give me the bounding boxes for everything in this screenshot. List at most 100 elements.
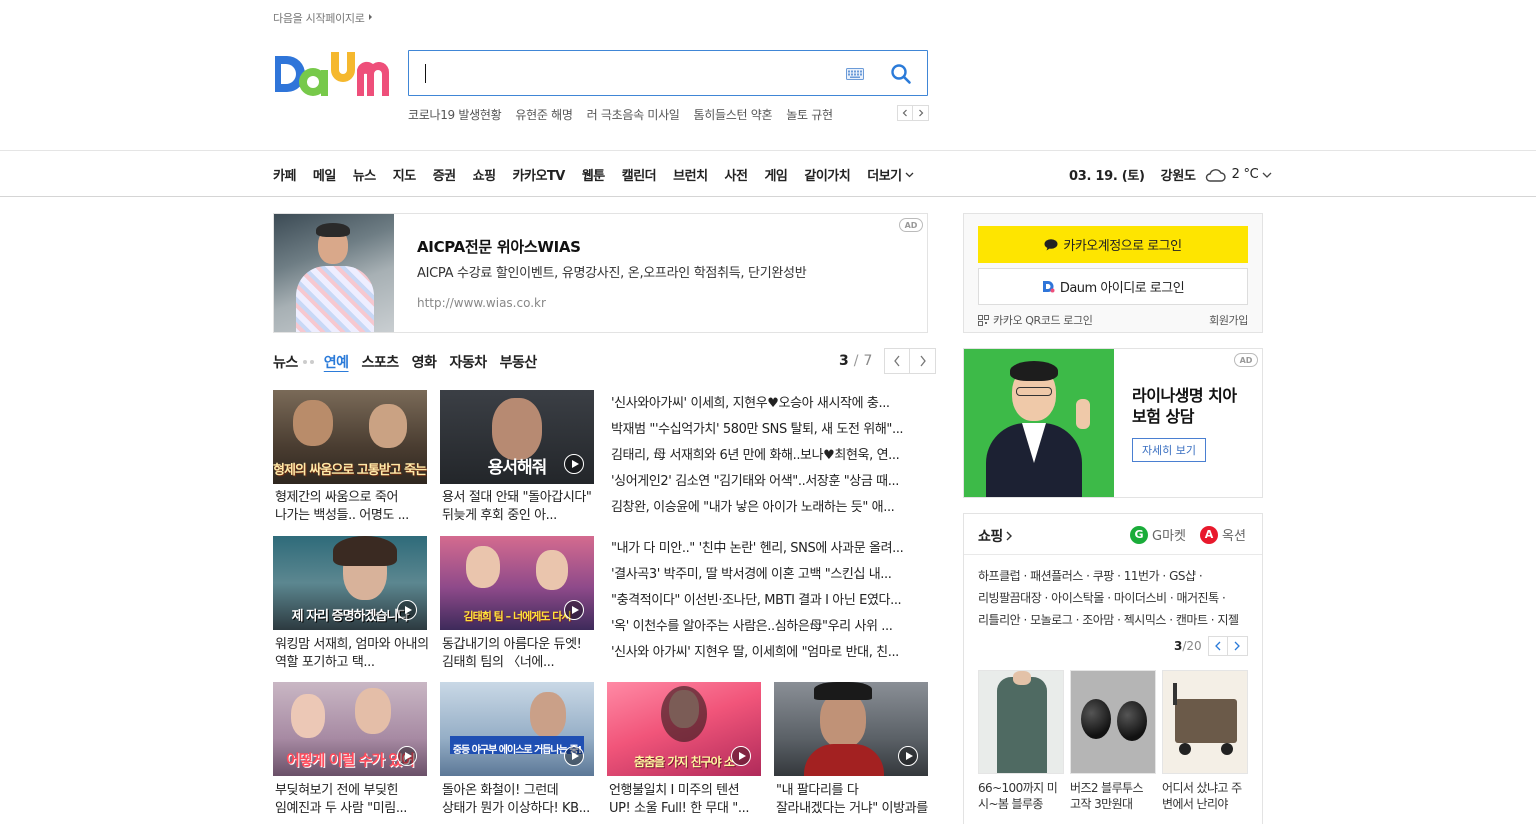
product-image — [978, 670, 1064, 774]
ad-title: AICPA전문 위아스WIAS — [417, 238, 581, 256]
insurance-ad[interactable]: 라이나생명 치아보험 상담 자세히 보기 AD — [963, 348, 1263, 498]
search-icon[interactable] — [890, 63, 912, 85]
news-thumb-title[interactable]: 돌아온 화철이! 그런데 상태가 뭔가 이상하다! KB... — [442, 782, 596, 818]
nav-item-calendar[interactable]: 캘린더 — [622, 165, 657, 184]
cloud-icon — [1205, 168, 1226, 182]
auction-link[interactable]: A 옥션 — [1200, 525, 1246, 544]
trend-item[interactable]: 놀토 규현 — [786, 106, 833, 124]
product-item[interactable]: 66~100까지 미시~봄 블루종 — [978, 670, 1064, 812]
gmarket-link[interactable]: G G마켓 — [1130, 525, 1186, 544]
page-total: 7 — [863, 353, 873, 369]
headline-item[interactable]: 박재범 "'수십억가치' 580만 SNS 탈퇴, 새 도전 위해"... — [611, 417, 927, 443]
product-item[interactable]: 어디서 샀냐고 주변에서 난리야 — [1162, 670, 1248, 812]
auction-label: 옥션 — [1222, 529, 1246, 544]
ad-banner[interactable]: AICPA전문 위아스WIAS AICPA 수강료 할인이벤트, 유명강사진, … — [273, 213, 928, 333]
trend-next-button[interactable] — [913, 105, 929, 121]
service-nav: 카페 메일 뉴스 지도 증권 쇼핑 카카오TV 웹툰 캘린더 브런치 사전 게임… — [273, 165, 931, 184]
tab-sports[interactable]: 스포츠 — [362, 352, 400, 372]
news-thumbnail[interactable] — [774, 682, 928, 776]
search-input[interactable] — [423, 61, 823, 85]
nav-item-kakaotv[interactable]: 카카오TV — [513, 165, 566, 184]
headline-item[interactable]: '신사와아가씨' 이세희, 지현우♥오승아 새시작에 충... — [611, 391, 927, 417]
shopping-prev-button[interactable] — [1207, 636, 1228, 656]
tab-entertainment[interactable]: 연예 — [324, 352, 349, 372]
nav-item-cafe[interactable]: 카페 — [273, 165, 296, 184]
news-thumbnail[interactable]: 형제의 싸움으로 고통받고 죽는 백성들 — [273, 390, 427, 484]
shopping-box: 쇼핑 G G마켓 A 옥션 하프클럽 · 패션플러스 · 쿠팡 · 11번가 ·… — [963, 513, 1263, 824]
product-item[interactable]: 버즈2 블루투스 고작 3만원대 — [1070, 670, 1156, 812]
ad-detail-button[interactable]: 자세히 보기 — [1132, 438, 1206, 462]
daum-logo[interactable] — [273, 48, 389, 100]
nav-item-news[interactable]: 뉴스 — [353, 165, 376, 184]
news-thumb-title[interactable]: "내 팔다리를 다 잘라내겠다는 거냐" 이방과를 포... — [776, 782, 930, 818]
qr-login-label: 카카오 QR코드 로그인 — [993, 314, 1093, 327]
ad-image — [274, 214, 394, 332]
nav-item-together[interactable]: 같이가치 — [804, 165, 850, 184]
qr-login-link[interactable]: 카카오 QR코드 로그인 — [978, 312, 1093, 328]
shopping-next-button[interactable] — [1227, 636, 1248, 656]
shopping-mall-links[interactable]: 하프클럽 · 패션플러스 · 쿠팡 · 11번가 · GS샵 · 리빙팔끔대장 … — [978, 565, 1252, 631]
kakao-login-button[interactable]: 카카오계정으로 로그인 — [978, 226, 1248, 263]
chevron-right-icon — [920, 355, 926, 367]
signup-link[interactable]: 회원가입 — [1209, 312, 1248, 328]
news-thumbnail[interactable]: 춤춤을 가지 친구야 소 — [607, 682, 761, 776]
nav-item-shopping[interactable]: 쇼핑 — [473, 165, 496, 184]
nav-item-brunch[interactable]: 브런치 — [673, 165, 708, 184]
start-page-link-label: 다음을 시작페이지로 — [273, 12, 365, 25]
trend-item[interactable]: 코로나19 발생현황 — [408, 106, 502, 124]
headline-item[interactable]: "내가 다 미안.." '친中 논란' 헨리, SNS에 사과문 올려... — [611, 536, 927, 562]
news-thumbnail[interactable]: 어떻게 이럴 수가 있어 — [273, 682, 427, 776]
nav-item-map[interactable]: 지도 — [393, 165, 416, 184]
shopping-header: 쇼핑 G G마켓 A 옥션 — [964, 514, 1262, 555]
headline-item[interactable]: '신사와 아가씨' 지현우 딸, 이세희에 "엄마로 반대, 친... — [611, 640, 927, 666]
tab-realestate[interactable]: 부동산 — [500, 352, 538, 372]
news-thumb-title[interactable]: 워킹맘 서재희, 엄마와 아내의 역할 포기하고 택... — [275, 636, 429, 672]
nav-item-webtoon[interactable]: 웹툰 — [582, 165, 605, 184]
news-thumb-title[interactable]: 동갑내기의 아름다운 듀엣! 김태희 팀의 〈너에... — [442, 636, 596, 672]
shopping-title-link[interactable]: 쇼핑 — [978, 526, 1012, 546]
nav-item-mail[interactable]: 메일 — [313, 165, 336, 184]
news-thumbnail[interactable]: 김태희 팀 – 너에게도 다시 — [440, 536, 594, 630]
temperature-label: 2 °C — [1231, 167, 1259, 182]
news-thumb-title[interactable]: 형제간의 싸움으로 죽어 나가는 백성들.. 어명도 ... — [275, 489, 429, 525]
date-label: 03. 19. (토) — [1069, 169, 1145, 184]
weather-widget[interactable]: 03. 19. (토) 강원도 2 °C — [1069, 165, 1272, 184]
trend-prev-button[interactable] — [897, 105, 913, 121]
headline-item[interactable]: 김창완, 이승윤에 "내가 낳은 아이가 노래하는 듯" 애... — [611, 495, 927, 521]
chevron-right-icon — [1234, 641, 1241, 651]
tab-news[interactable]: 뉴스 — [273, 352, 298, 372]
page-separator: / — [853, 353, 859, 369]
region-label: 강원도 — [1160, 169, 1196, 184]
news-prev-button[interactable] — [884, 348, 911, 374]
qr-code-icon — [978, 314, 989, 326]
headline-item[interactable]: "충격적이다" 이선빈·조나단, MBTI 결과 I 아닌 E였다... — [611, 588, 927, 614]
trend-item[interactable]: 유현준 해명 — [515, 106, 573, 124]
tab-movie[interactable]: 영화 — [412, 352, 437, 372]
headline-item[interactable]: '싱어게인2' 김소연 "김기태와 어색"..서장훈 "상금 때... — [611, 469, 927, 495]
chevron-right-icon — [1006, 531, 1012, 541]
keyboard-icon[interactable] — [846, 68, 864, 80]
news-thumbnail[interactable]: 용서해줘 — [440, 390, 594, 484]
trend-item[interactable]: 러 극초음속 미사일 — [587, 106, 680, 124]
headline-item[interactable]: '결사곡3' 박주미, 딸 박서경에 이혼 고백 "스킨십 내... — [611, 562, 927, 588]
news-thumb-title[interactable]: 언행불일치 I 미주의 텐션 UP! 소울 Full! 한 무대 "... — [609, 782, 763, 818]
news-thumbnail[interactable]: 제 자리 증명하겠습니다 — [273, 536, 427, 630]
news-thumb-title[interactable]: 부딪혀보기 전에 부딪힌 임예진과 두 사람 "미림... — [275, 782, 429, 818]
headline-item[interactable]: 김태리, 母 서재희와 6년 만에 화해..보나♥최현욱, 연... — [611, 443, 927, 469]
thumbnail-caption: 형제의 싸움으로 고통받고 죽는 백성들 — [273, 463, 427, 478]
product-image — [1162, 670, 1248, 774]
news-thumb-title[interactable]: 용서 절대 안돼 "돌아갑시다" 뒤늦게 후회 중인 아... — [442, 489, 596, 525]
page-total: /20 — [1182, 639, 1202, 653]
start-page-link[interactable]: 다음을 시작페이지로 — [273, 10, 372, 26]
news-next-button[interactable] — [910, 348, 937, 374]
trend-item[interactable]: 톰히들스턴 약혼 — [694, 106, 773, 124]
headline-item[interactable]: '옥' 이천수를 알아주는 사람은..심하은母"우리 사위 ... — [611, 614, 927, 640]
tab-car[interactable]: 자동차 — [449, 352, 487, 372]
play-icon — [397, 600, 417, 620]
nav-item-game[interactable]: 게임 — [764, 165, 787, 184]
nav-more-button[interactable]: 더보기 — [867, 165, 914, 184]
nav-item-stock[interactable]: 증권 — [433, 165, 456, 184]
daum-login-button[interactable]: Daum 아이디로 로그인 — [978, 268, 1248, 305]
news-thumbnail[interactable]: 중등 야구부 에이스로 거듭나는 중! — [440, 682, 594, 776]
nav-item-dictionary[interactable]: 사전 — [725, 165, 748, 184]
